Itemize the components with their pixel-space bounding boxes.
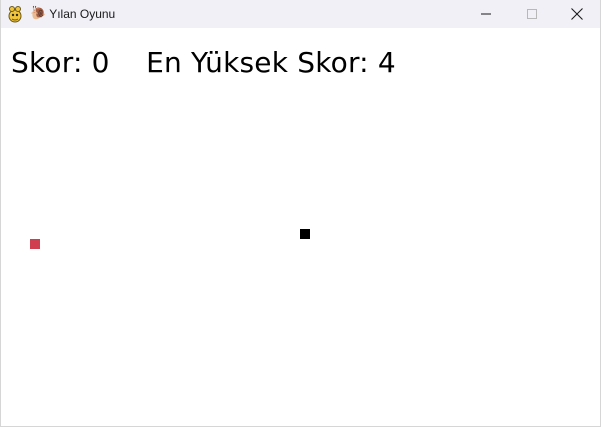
window-title: 🐌 Yılan Oyunu (30, 6, 115, 22)
minimize-button[interactable] (463, 0, 509, 28)
current-score: Skor: 0 (11, 46, 110, 79)
game-canvas[interactable]: Skor: 0 En Yüksek Skor: 4 (1, 28, 600, 426)
close-button[interactable] (554, 0, 600, 28)
minimize-icon (481, 13, 491, 15)
game-window: 🐌 Yılan Oyunu Skor: 0 En Yüksek Skor: 4 (0, 0, 601, 427)
food-item (30, 239, 40, 249)
window-title-text: Yılan Oyunu (49, 7, 116, 21)
snail-icon: 🐌 (30, 6, 47, 21)
snake-head (300, 229, 310, 239)
score-display: Skor: 0 En Yüksek Skor: 4 (11, 46, 396, 80)
maximize-button[interactable] (509, 0, 555, 28)
high-score: En Yüksek Skor: 4 (146, 46, 396, 79)
score-separator (110, 46, 146, 79)
maximize-icon (527, 9, 537, 19)
pygame-snake-icon (8, 6, 22, 23)
title-bar[interactable]: 🐌 Yılan Oyunu (1, 0, 600, 28)
close-icon (571, 8, 583, 20)
